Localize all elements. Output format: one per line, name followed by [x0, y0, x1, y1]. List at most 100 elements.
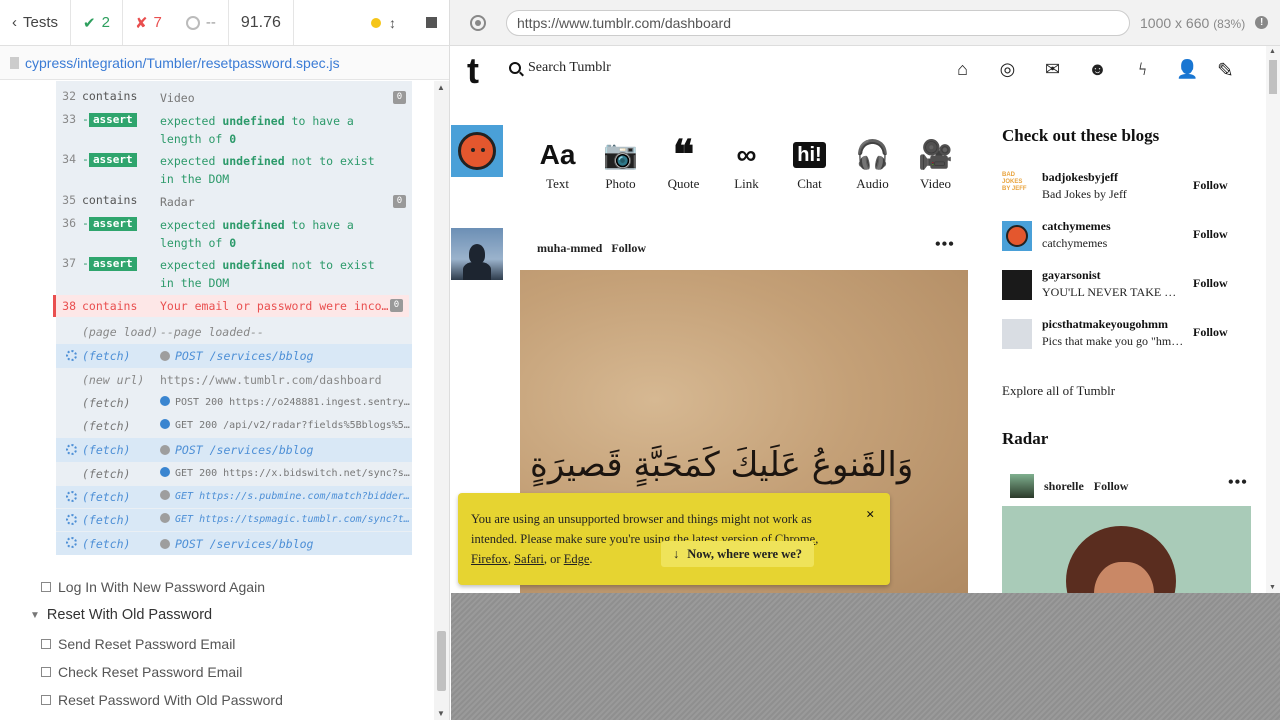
- post-type-text[interactable]: Aa Text: [526, 138, 589, 192]
- test-title: Log In With New Password Again: [58, 579, 265, 595]
- radar-image[interactable]: [1002, 506, 1251, 593]
- post-follow-button[interactable]: Follow: [611, 241, 646, 256]
- check-icon: ✔: [83, 14, 96, 32]
- scroll-down-icon[interactable]: ▼: [437, 709, 445, 718]
- post-author-name[interactable]: muha-mmed: [537, 241, 602, 256]
- scroll-up-icon[interactable]: ▲: [1269, 48, 1276, 55]
- post-type-photo[interactable]: 📷 Photo: [589, 138, 652, 192]
- account-icon[interactable]: 👤: [1176, 58, 1199, 81]
- post-type-quote[interactable]: ❝ Quote: [652, 135, 715, 192]
- log-row[interactable]: (fetch) POST /services/bblog: [56, 532, 412, 555]
- reporter-scrollbar[interactable]: ▲ ▼: [434, 81, 449, 720]
- blog-recommendation[interactable]: catchymemes catchymemes Follow: [1002, 219, 1252, 253]
- failed-command-row[interactable]: 38 contains Your email or password were …: [53, 295, 409, 317]
- close-icon[interactable]: ×: [866, 507, 875, 524]
- explore-icon[interactable]: ◎: [996, 58, 1019, 81]
- failed-number: 7: [153, 14, 162, 31]
- command-number: 32: [62, 89, 76, 103]
- follow-button[interactable]: Follow: [1193, 227, 1228, 242]
- follow-button[interactable]: Follow: [1193, 276, 1228, 291]
- test-reset-old[interactable]: Reset Password With Old Password: [41, 692, 283, 708]
- home-icon[interactable]: ⌂: [951, 58, 974, 81]
- blog-description: Bad Jokes by Jeff: [1042, 187, 1127, 201]
- log-row[interactable]: (fetch) POST /services/bblog: [56, 344, 412, 368]
- post-type-chat[interactable]: hi! Chat: [778, 138, 841, 192]
- messages-icon[interactable]: ☻: [1086, 58, 1109, 81]
- info-icon[interactable]: !: [1255, 16, 1269, 29]
- scroll-down-icon[interactable]: ▼: [1269, 584, 1276, 591]
- command-row[interactable]: 34 - assert expected undefined not to exi…: [56, 152, 412, 188]
- stop-icon[interactable]: [426, 17, 437, 28]
- post-type-link[interactable]: ∞ Link: [715, 138, 778, 192]
- command-row[interactable]: 32 contains Video 0: [56, 89, 412, 107]
- log-name: (fetch): [82, 490, 131, 504]
- explore-link[interactable]: Explore all of Tumblr: [1002, 383, 1115, 399]
- avatar[interactable]: [451, 125, 503, 177]
- log-name: (new url): [82, 373, 145, 387]
- url-field[interactable]: https://www.tumblr.com/dashboard: [506, 9, 1130, 36]
- test-check-email[interactable]: Check Reset Password Email: [41, 664, 242, 680]
- blog-name[interactable]: catchymemes: [1042, 219, 1111, 234]
- scroll-thumb[interactable]: [437, 631, 446, 691]
- tumblr-logo[interactable]: t: [467, 53, 479, 89]
- log-row[interactable]: (page load) --page loaded--: [56, 321, 412, 343]
- command-row[interactable]: 35 contains Radar 0: [56, 193, 412, 211]
- now-where-were-we-button[interactable]: ↓ Now, where were we?: [661, 541, 815, 567]
- spec-path-text[interactable]: cypress/integration/Tumbler/resetpasswor…: [25, 55, 340, 71]
- follow-button[interactable]: Follow: [1193, 178, 1228, 193]
- edge-link[interactable]: Edge: [564, 552, 590, 566]
- log-row[interactable]: (fetch) GET https://tspmagic.tumblr.com/…: [56, 509, 412, 531]
- post-type-video[interactable]: 🎥 Video: [904, 138, 967, 192]
- test-send-email[interactable]: Send Reset Password Email: [41, 636, 235, 652]
- command-message: expected undefined not to exist in the D…: [160, 258, 375, 290]
- log-row[interactable]: (fetch) POST /services/bblog: [56, 438, 412, 462]
- log-name: (fetch): [82, 467, 131, 481]
- spec-path[interactable]: cypress/integration/Tumbler/resetpasswor…: [0, 46, 449, 80]
- firefox-link[interactable]: Firefox: [471, 552, 508, 566]
- blog-name[interactable]: picsthatmakeyougohmm: [1042, 317, 1168, 332]
- blog-avatar: [1002, 221, 1032, 251]
- viewport-size: 1000 x 660 (83%): [1140, 15, 1245, 31]
- blog-recommendation[interactable]: BAD JOKES BY JEFF badjokesbyjeff Bad Jok…: [1002, 170, 1252, 204]
- command-row[interactable]: 33 - assert expected undefined to have a …: [56, 112, 412, 148]
- safari-link[interactable]: Safari: [514, 552, 544, 566]
- post-author-avatar[interactable]: [451, 228, 503, 280]
- search-bar[interactable]: Search Tumblr: [509, 60, 611, 76]
- log-row[interactable]: (fetch) GET https://s.pubmine.com/match?…: [56, 486, 412, 508]
- post-type-label: Chat: [797, 176, 822, 191]
- compose-icon[interactable]: ✎: [1217, 58, 1234, 83]
- activity-icon[interactable]: ϟ: [1131, 58, 1154, 81]
- pending-icon: [185, 15, 200, 30]
- log-row[interactable]: (fetch) GET 200 https://x.bidswitch.net/…: [56, 463, 412, 485]
- log-row[interactable]: (fetch) POST 200 https://o248881.ingest.…: [56, 392, 412, 414]
- command-name: - assert: [82, 152, 160, 188]
- radar-avatar[interactable]: [1010, 474, 1034, 498]
- scroll-thumb[interactable]: [1269, 60, 1277, 94]
- post-type-audio[interactable]: 🎧 Audio: [841, 138, 904, 192]
- tests-button[interactable]: ‹ Tests: [0, 0, 72, 45]
- radar-more-icon[interactable]: •••: [1228, 474, 1248, 492]
- loading-icon: [66, 350, 77, 361]
- blog-name[interactable]: badjokesbyjeff: [1042, 170, 1118, 185]
- blog-recommendation[interactable]: picsthatmakeyougohmm Pics that make you …: [1002, 317, 1252, 351]
- auto-scroll-icon[interactable]: ↕: [389, 15, 396, 31]
- suite-reset-old[interactable]: ▼ Reset With Old Password: [30, 607, 212, 623]
- radar-user[interactable]: shorelle: [1044, 479, 1084, 494]
- aut-scrollbar[interactable]: ▲ ▼: [1266, 46, 1280, 593]
- blog-recommendation[interactable]: gayarsonist YOU'LL NEVER TAKE ME… Follow: [1002, 268, 1252, 302]
- log-row[interactable]: (new url) https://www.tumblr.com/dashboa…: [56, 369, 412, 391]
- scroll-up-icon[interactable]: ▲: [437, 83, 445, 92]
- command-row[interactable]: 37 - assert expected undefined not to exi…: [56, 256, 412, 292]
- radar-follow-button[interactable]: Follow: [1094, 479, 1129, 494]
- follow-button[interactable]: Follow: [1193, 325, 1228, 340]
- blog-name[interactable]: gayarsonist: [1042, 268, 1101, 283]
- passed-number: 2: [101, 14, 110, 31]
- command-row[interactable]: 36 - assert expected undefined to have a …: [56, 216, 412, 252]
- arrow-down-icon: ↓: [673, 546, 680, 561]
- inbox-icon[interactable]: ✉: [1041, 58, 1064, 81]
- loading-icon: [66, 514, 77, 525]
- more-options-icon[interactable]: •••: [935, 236, 955, 254]
- log-row[interactable]: (fetch) GET 200 /api/v2/radar?fields%5Bb…: [56, 415, 412, 437]
- selector-playground-icon[interactable]: [470, 14, 486, 31]
- test-login-again[interactable]: Log In With New Password Again: [41, 579, 265, 595]
